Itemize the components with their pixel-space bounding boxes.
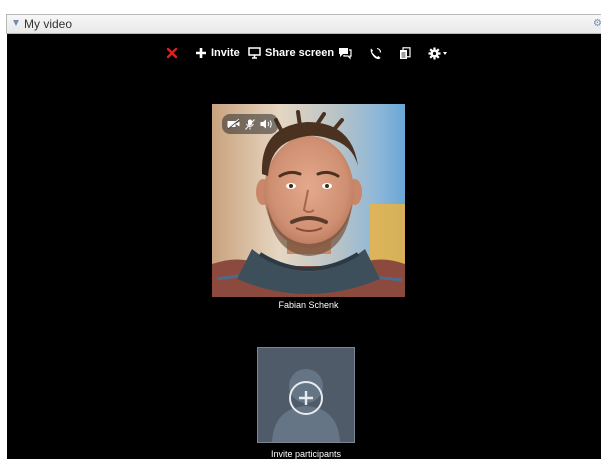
notes-button[interactable] [399,44,411,62]
phone-icon [370,47,382,59]
call-toolbar: Invite Share screen [7,34,601,74]
media-controls [222,114,278,134]
mic-off-icon[interactable] [245,118,255,130]
share-screen-button[interactable]: Share screen [248,44,334,62]
video-off-icon[interactable] [227,119,240,129]
share-screen-label: Share screen [265,47,335,59]
panel-header: My video ⚙ [6,14,601,34]
invite-label: Invite [211,47,240,59]
plus-icon [196,48,206,58]
close-x-icon [166,47,178,59]
participant-name: Fabian Schenk [278,300,339,310]
collapse-triangle-icon[interactable] [13,20,19,26]
document-icon [400,46,411,59]
end-call-button[interactable] [166,44,178,62]
gear-menu-icon[interactable]: ⚙ [593,19,601,29]
chat-bubble-icon [339,47,352,59]
video-window: My video ⚙ Invite Share screen Fabian Sc… [0,0,601,459]
participant-video [212,104,405,297]
chat-button[interactable] [338,44,352,62]
monitor-icon [248,47,261,59]
settings-button[interactable] [428,44,449,62]
invite-button[interactable]: Invite [195,44,240,62]
speaker-icon[interactable] [260,119,273,129]
video-area: Invite Share screen Fabian Schenk Invite… [7,34,601,459]
invite-participants-label: Invite participants [270,449,342,459]
panel-title: My video [24,17,73,31]
add-person-icon [272,369,340,442]
invite-participants-tile[interactable] [257,347,355,443]
gear-icon [428,47,447,59]
phone-button[interactable] [369,44,382,62]
